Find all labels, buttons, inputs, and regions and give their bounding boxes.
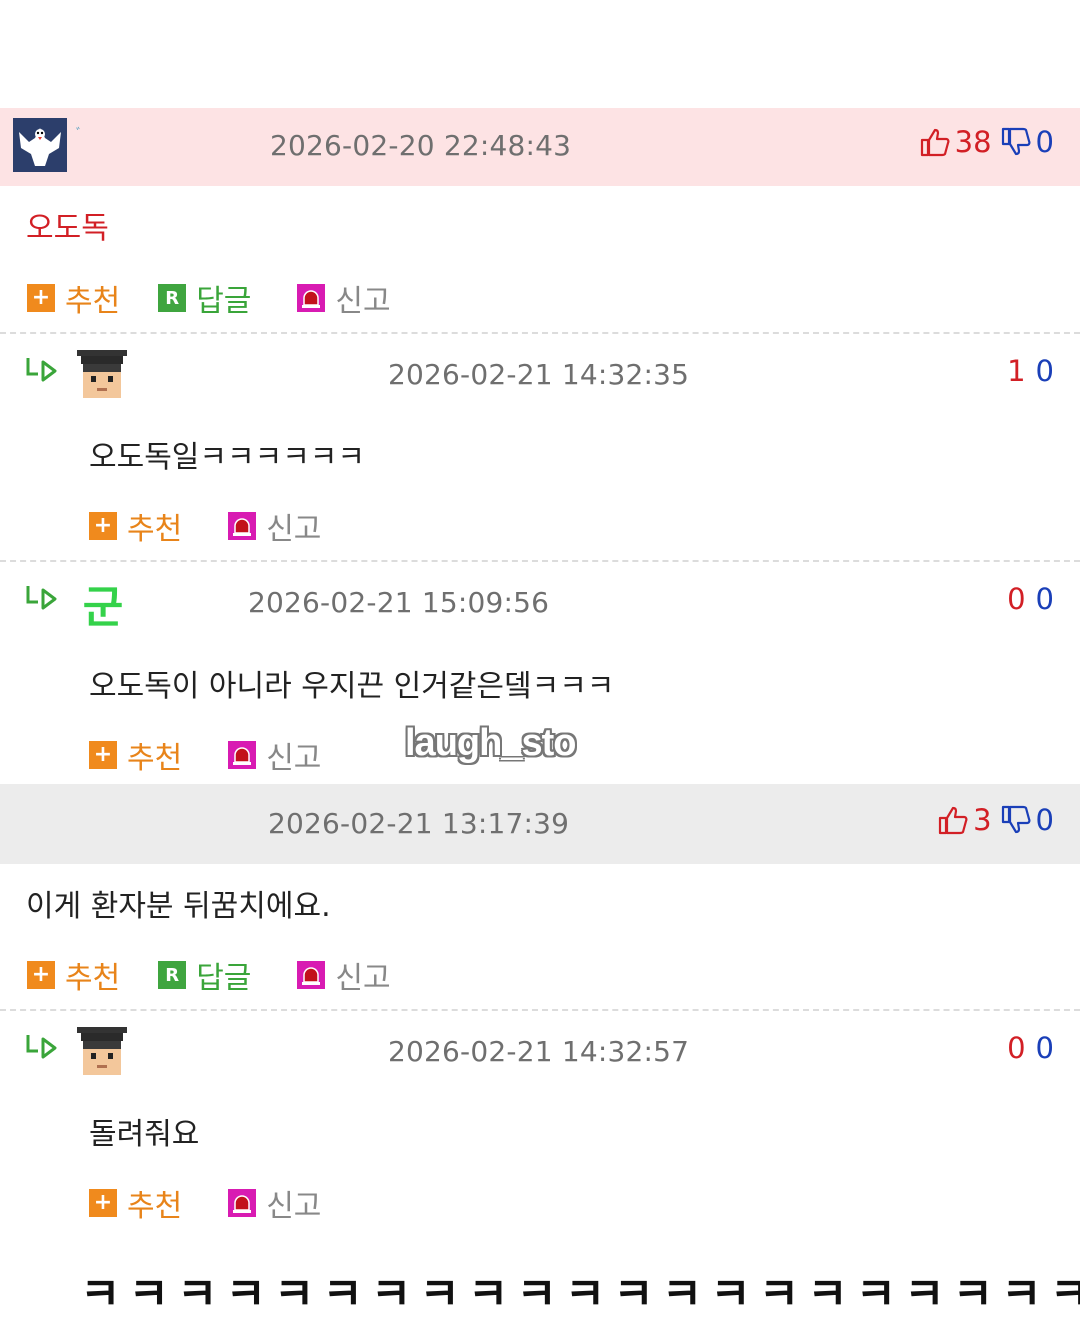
- comment-text: 이게 환자분 뒤꿈치에요.: [26, 889, 331, 924]
- reply-label: 답글: [196, 961, 252, 996]
- comment-actions: + 추천 R 답글 신고: [27, 276, 391, 320]
- reply-actions: + 추천 신고: [89, 733, 321, 777]
- avatar[interactable]: 군: [76, 576, 130, 633]
- reply-button[interactable]: R 답글: [158, 953, 251, 997]
- plus-icon: +: [89, 1189, 117, 1217]
- reply-text: 오도독이 아니라 우지끈 인거같은뎈ㅋㅋㅋ: [89, 669, 615, 704]
- downvote-count[interactable]: 0: [1036, 354, 1054, 388]
- reply-actions: + 추천 신고: [89, 1181, 321, 1225]
- avatar[interactable]: [75, 348, 129, 402]
- report-button[interactable]: 신고: [228, 1181, 321, 1225]
- siren-icon: [297, 284, 326, 312]
- recommend-button[interactable]: + 추천: [27, 276, 120, 320]
- report-label: 신고: [266, 1189, 322, 1224]
- reply-button[interactable]: R 답글: [158, 276, 251, 320]
- report-label: 신고: [335, 961, 391, 996]
- thumbs-down-icon[interactable]: [1000, 804, 1032, 836]
- plus-icon: +: [27, 284, 55, 312]
- reply-text: 돌려줘요: [89, 1117, 200, 1152]
- recommend-button[interactable]: + 추천: [89, 1181, 182, 1225]
- siren-icon: [228, 512, 257, 540]
- upvote-count: 38: [954, 125, 992, 159]
- upvote-count[interactable]: 0: [1007, 1031, 1025, 1065]
- avatar[interactable]: [13, 118, 67, 172]
- upvote-count[interactable]: 0: [1007, 582, 1025, 616]
- recommend-label: 추천: [65, 284, 121, 319]
- vote-box: 3 0: [937, 803, 1054, 837]
- recommend-label: 추천: [127, 1189, 183, 1224]
- report-label: 신고: [335, 284, 391, 319]
- recommend-button[interactable]: + 추천: [27, 953, 120, 997]
- comment-text: 오도독: [26, 211, 109, 246]
- reply-arrow-icon: [26, 586, 57, 610]
- comment-timestamp: 2026-02-20 22:48:43: [270, 129, 572, 162]
- siren-icon: [297, 961, 326, 989]
- comment-actions: + 추천 R 답글 신고: [27, 953, 391, 997]
- recommend-button[interactable]: + 추천: [89, 504, 182, 548]
- downvote-count: 0: [1035, 125, 1054, 159]
- recommend-label: 추천: [127, 741, 183, 776]
- graduate-avatar-icon: [77, 1027, 127, 1075]
- thumbs-up-icon[interactable]: [937, 804, 969, 836]
- downvote-count[interactable]: 0: [1036, 1031, 1054, 1065]
- avatar-caption: ﾞ: [76, 127, 83, 143]
- reply-r-icon: R: [158, 961, 187, 989]
- upvote-count[interactable]: 1: [1007, 354, 1025, 388]
- report-button[interactable]: 신고: [297, 276, 391, 320]
- plus-icon: +: [89, 741, 117, 769]
- divider: [0, 332, 1080, 334]
- siren-icon: [228, 1189, 257, 1217]
- siren-icon: [228, 741, 257, 769]
- report-label: 신고: [266, 741, 322, 776]
- vote-box: 0 0: [997, 1031, 1054, 1065]
- reply-timestamp: 2026-02-21 14:32:57: [388, 1035, 690, 1068]
- plus-icon: +: [27, 961, 55, 989]
- vote-box: 1 0: [997, 354, 1054, 388]
- avatar-text: 군: [82, 582, 124, 633]
- vote-box: 38 0: [919, 125, 1054, 159]
- graduate-avatar-icon: [77, 350, 127, 398]
- watermark: laugh_sto: [405, 722, 576, 764]
- reply-text: 오도독일ㅋㅋㅋㅋㅋㅋ: [89, 440, 365, 475]
- thumbs-up-icon[interactable]: [919, 126, 951, 158]
- recommend-label: 추천: [65, 961, 121, 996]
- downvote-count[interactable]: 0: [1036, 582, 1054, 616]
- reply-label: 답글: [196, 284, 252, 319]
- vote-box: 0 0: [997, 582, 1054, 616]
- report-button[interactable]: 신고: [228, 733, 321, 777]
- laugh-caption: ㅋㅋㅋㅋㅋㅋㅋㅋㅋㅋㅋㅋㅋㅋㅋㅋㅋㅋㅋㅋㅋ: [80, 1269, 1080, 1320]
- recommend-button[interactable]: + 추천: [89, 733, 182, 777]
- plus-icon: +: [89, 512, 117, 540]
- upvote-count: 3: [973, 803, 992, 837]
- bird-avatar-icon: [13, 118, 67, 172]
- downvote-count: 0: [1035, 803, 1054, 837]
- reply-r-icon: R: [158, 284, 187, 312]
- reply-arrow-icon: [26, 358, 57, 382]
- recommend-label: 추천: [127, 512, 183, 547]
- reply-timestamp: 2026-02-21 15:09:56: [248, 586, 550, 619]
- divider: [0, 560, 1080, 562]
- divider: [0, 1009, 1080, 1011]
- thumbs-down-icon[interactable]: [1000, 126, 1032, 158]
- report-button[interactable]: 신고: [228, 504, 321, 548]
- report-label: 신고: [266, 512, 322, 547]
- reply-timestamp: 2026-02-21 14:32:35: [388, 358, 690, 391]
- reply-actions: + 추천 신고: [89, 504, 321, 548]
- comment-timestamp: 2026-02-21 13:17:39: [268, 807, 570, 840]
- report-button[interactable]: 신고: [297, 953, 391, 997]
- reply-arrow-icon: [26, 1035, 57, 1059]
- avatar[interactable]: [75, 1025, 129, 1079]
